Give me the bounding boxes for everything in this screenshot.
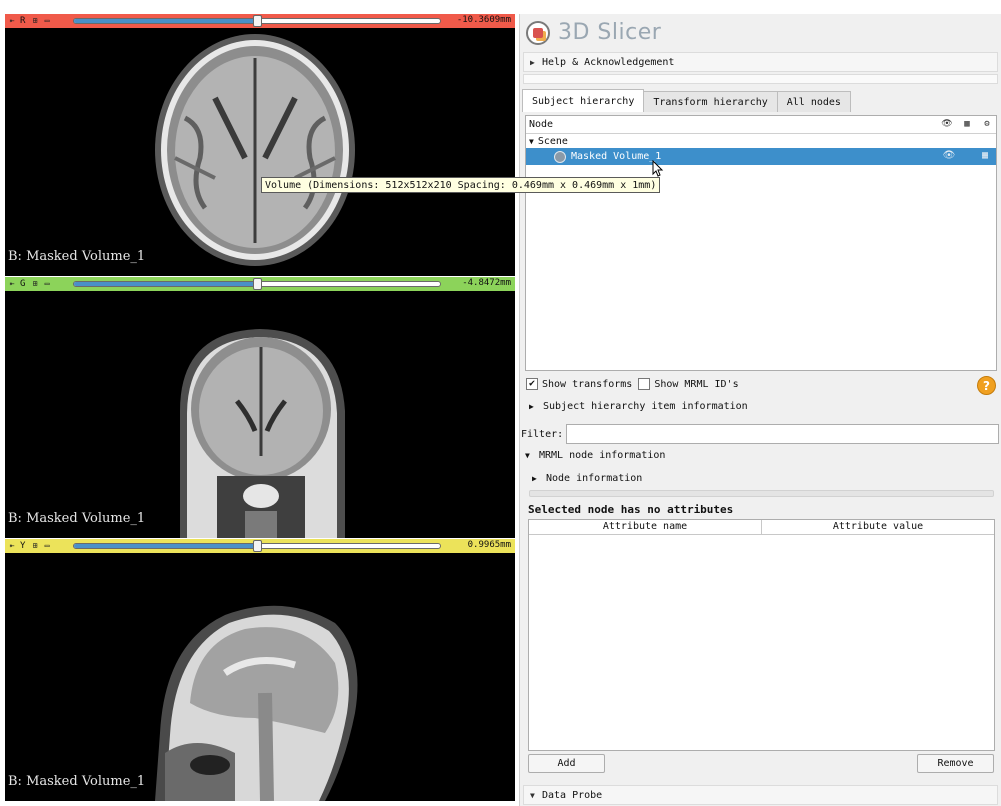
app-title: 3D Slicer (558, 20, 662, 45)
attribute-name-header[interactable]: Attribute name (529, 520, 762, 534)
green-offset-value: -4.8472mm (462, 278, 511, 288)
yellow-view-letter: Y (20, 541, 26, 551)
red-slice-view[interactable]: B: Masked Volume_1 (5, 28, 515, 276)
link-icon[interactable]: ⊞ (30, 16, 40, 26)
red-slider-handle[interactable] (253, 15, 262, 27)
green-slice-view[interactable]: B: Masked Volume_1 (5, 291, 515, 538)
subject-hierarchy-tree[interactable]: Node 👁 ▦ ⚙ ▼ Scene Masked Volume_1 👁 ▦ (525, 115, 997, 371)
red-slice-viewer: ⇤ R ⊞ ▭ -10.3609mm B: Masked Volume_1 (5, 14, 515, 276)
pin-icon[interactable]: ⇤ (7, 541, 17, 551)
yellow-offset-value: 0.9965mm (467, 540, 511, 550)
show-mrml-ids-label: Show MRML ID's (654, 378, 739, 390)
tree-row-scene[interactable]: ▼ Scene (526, 134, 996, 148)
help-section-label: Help & Acknowledgement (542, 56, 675, 68)
attribute-table[interactable]: Attribute name Attribute value (528, 519, 995, 751)
node-column-header[interactable]: Node (529, 119, 553, 130)
remove-attribute-button[interactable]: Remove (917, 754, 994, 773)
red-slice-controller: ⇤ R ⊞ ▭ -10.3609mm (5, 14, 515, 28)
green-view-letter: G (20, 279, 26, 289)
yellow-slice-viewer: ⇤ Y ⊞ ▭ 0.9965mm B: Masked Volume_1 (5, 539, 515, 801)
help-acknowledgement-section[interactable]: ▶ Help & Acknowledgement (523, 52, 998, 72)
collapse-arrow-icon: ▼ (530, 790, 535, 800)
add-attribute-button[interactable]: Add (528, 754, 605, 773)
coronal-brain-image (180, 329, 345, 538)
axial-brain-image (155, 34, 355, 266)
item-information-section[interactable]: ▶ Subject hierarchy item information (529, 401, 748, 412)
mrml-node-information-section[interactable]: ▼ MRML node information (525, 450, 665, 461)
yellow-slider-handle[interactable] (253, 540, 262, 552)
data-probe-section[interactable]: ▼ Data Probe (523, 785, 998, 805)
filter-input[interactable] (566, 424, 999, 444)
tab-subject-hierarchy[interactable]: Subject hierarchy (522, 89, 645, 112)
visibility-column-icon[interactable]: 👁 (940, 118, 954, 131)
node-info-bar (529, 490, 994, 497)
green-view-annotation: B: Masked Volume_1 (8, 511, 146, 526)
attribute-value-header[interactable]: Attribute value (762, 520, 994, 534)
item-information-label: Subject hierarchy item information (543, 401, 748, 412)
tree-row-masked-volume[interactable]: Masked Volume_1 👁 ▦ (526, 148, 996, 165)
hierarchy-tabs: Subject hierarchy Transform hierarchy Al… (522, 89, 851, 112)
scene-label: Scene (537, 135, 568, 147)
help-icon[interactable]: ? (977, 376, 996, 395)
expand-arrow-icon: ▶ (529, 402, 534, 411)
node-name: Masked Volume_1 (571, 151, 662, 162)
color-column-icon[interactable]: ▦ (960, 118, 974, 131)
module-panel: 3D Slicer ▶ Help & Acknowledgement Subje… (519, 14, 1001, 806)
app-brand: 3D Slicer (526, 20, 661, 45)
green-slider-handle[interactable] (253, 278, 262, 290)
mrml-info-label: MRML node information (539, 450, 666, 461)
filter-label: Filter: (521, 429, 564, 440)
tab-all-nodes[interactable]: All nodes (776, 91, 851, 112)
node-information-section[interactable]: ▶ Node information (532, 473, 642, 484)
color-swatch-icon[interactable]: ▦ (978, 150, 992, 162)
show-transforms-checkbox[interactable]: ✔ (526, 378, 538, 390)
volume-node-icon (554, 150, 566, 163)
yellow-slice-controller: ⇤ Y ⊞ ▭ 0.9965mm (5, 539, 515, 553)
red-view-annotation: B: Masked Volume_1 (8, 249, 146, 264)
collapse-arrow-icon: ▼ (525, 451, 530, 460)
red-offset-value: -10.3609mm (456, 15, 511, 25)
no-attributes-message: Selected node has no attributes (528, 503, 734, 516)
mouse-cursor-icon (652, 160, 664, 177)
tab-transform-hierarchy[interactable]: Transform hierarchy (643, 91, 778, 112)
sagittal-brain-image (155, 605, 358, 801)
link-icon[interactable]: ⊞ (30, 541, 40, 551)
pin-icon[interactable]: ⇤ (7, 16, 17, 26)
pin-icon[interactable]: ⇤ (7, 279, 17, 289)
green-slice-controller: ⇤ G ⊞ ▭ -4.8472mm (5, 277, 515, 291)
expand-arrow-icon: ▶ (532, 474, 537, 483)
yellow-view-annotation: B: Masked Volume_1 (8, 774, 146, 789)
node-tooltip: Volume (Dimensions: 512x512x210 Spacing:… (261, 177, 661, 193)
section-divider (523, 74, 998, 84)
tree-header: Node 👁 ▦ ⚙ (526, 116, 996, 134)
data-probe-label: Data Probe (542, 789, 603, 801)
tree-options: ✔ Show transforms Show MRML ID's (526, 378, 739, 390)
expand-arrow-icon: ▶ (530, 57, 535, 67)
view-layout-icon[interactable]: ▭ (42, 541, 52, 551)
show-mrml-ids-checkbox[interactable] (638, 378, 651, 390)
transform-column-icon[interactable]: ⚙ (980, 118, 994, 131)
green-slice-viewer: ⇤ G ⊞ ▭ -4.8472mm B: Masked Volume_1 (5, 277, 515, 538)
slicer-logo-icon (526, 20, 550, 45)
link-icon[interactable]: ⊞ (30, 279, 40, 289)
view-layout-icon[interactable]: ▭ (42, 16, 52, 26)
yellow-slice-view[interactable]: B: Masked Volume_1 (5, 553, 515, 801)
view-layout-icon[interactable]: ▭ (42, 279, 52, 289)
show-transforms-label: Show transforms (542, 378, 633, 390)
red-view-letter: R (20, 16, 26, 26)
node-info-label: Node information (546, 473, 643, 484)
visibility-toggle-icon[interactable]: 👁 (942, 150, 956, 162)
attribute-table-header: Attribute name Attribute value (529, 520, 994, 535)
collapse-arrow-icon[interactable]: ▼ (529, 137, 534, 146)
